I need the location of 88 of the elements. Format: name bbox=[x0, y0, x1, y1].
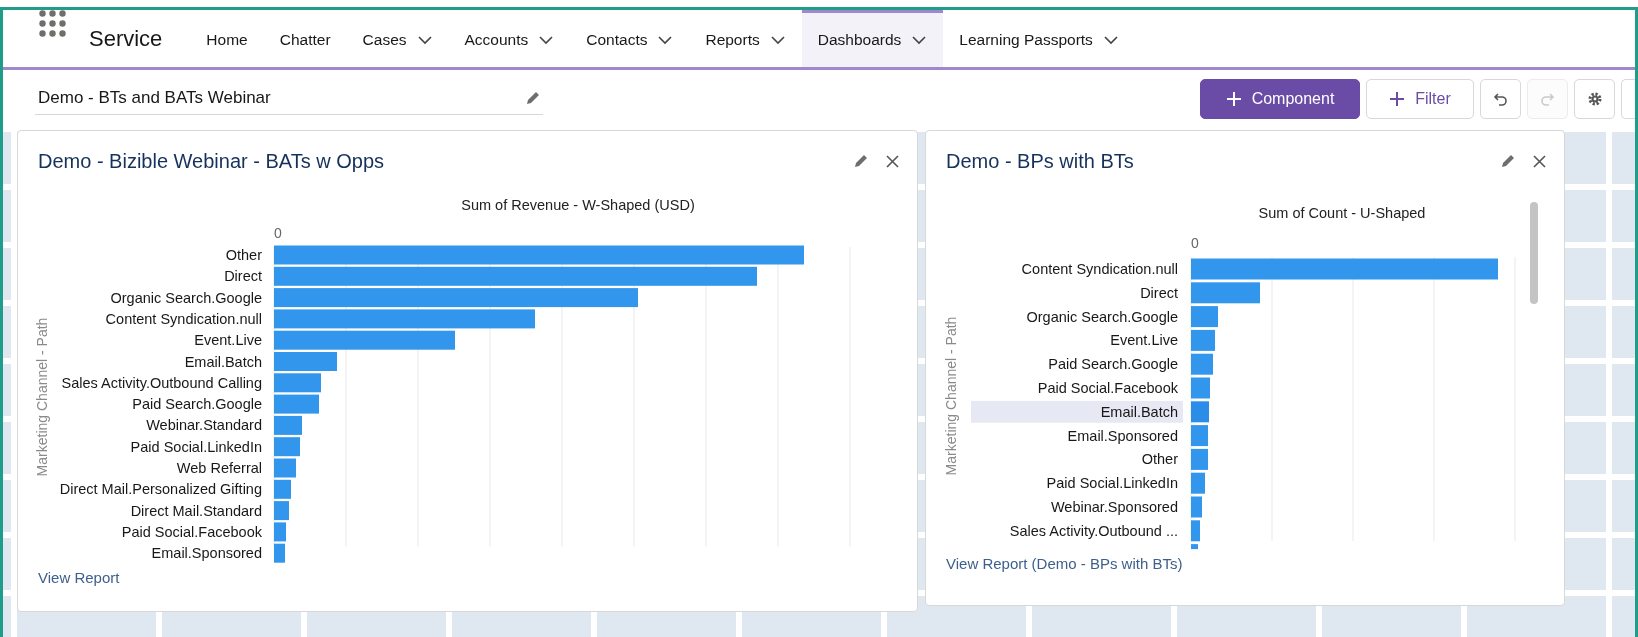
component-title: Demo - Bizible Webinar - BATs w Opps bbox=[38, 149, 385, 174]
chart-bar bbox=[1191, 282, 1260, 304]
category-label: Email.Batch bbox=[184, 353, 262, 370]
plus-icon bbox=[1225, 91, 1242, 107]
nav-tab[interactable]: Reports bbox=[689, 10, 802, 67]
category-label: Paid Social.Facebook bbox=[121, 523, 262, 540]
category-label: Paid Social.LinkedIn bbox=[130, 438, 262, 455]
category-label: Webinar.Sponsored bbox=[1050, 499, 1178, 515]
chart-bar bbox=[1191, 353, 1213, 375]
chart-bar bbox=[1191, 377, 1210, 399]
category-label: Direct bbox=[224, 268, 262, 285]
category-label: Webinar.Standard bbox=[146, 417, 262, 434]
category-label: Event.Live bbox=[1110, 332, 1178, 349]
chevron-down-icon[interactable] bbox=[416, 35, 433, 45]
pencil-icon[interactable] bbox=[525, 90, 540, 106]
pencil-icon[interactable] bbox=[853, 153, 868, 169]
chart-bar bbox=[274, 458, 296, 478]
app-name: Service bbox=[89, 25, 163, 53]
chart-title: Sum of Revenue - W-Shaped (USD) bbox=[461, 197, 695, 213]
nav-tab[interactable]: Learning Passports bbox=[943, 10, 1135, 67]
view-report-link[interactable]: View Report bbox=[38, 567, 120, 590]
close-icon[interactable] bbox=[1533, 154, 1546, 168]
chart-title: Sum of Count - U-Shaped bbox=[1258, 205, 1426, 221]
category-label: Other bbox=[1141, 451, 1178, 468]
chart-bar bbox=[1191, 496, 1202, 518]
undo-icon bbox=[1493, 91, 1508, 107]
component-title: Demo - BPs with BTs bbox=[946, 149, 1134, 174]
category-label: Direct bbox=[1140, 284, 1178, 301]
chart-bar bbox=[274, 522, 286, 542]
category-label: Direct Mail.Standard bbox=[130, 502, 262, 519]
app-launcher-icon[interactable] bbox=[39, 10, 67, 38]
chart-bar bbox=[1191, 448, 1208, 470]
view-report-link[interactable]: View Report (Demo - BPs with BTs) bbox=[946, 553, 1183, 576]
chevron-down-icon[interactable] bbox=[911, 35, 928, 45]
chart-bar bbox=[274, 437, 300, 457]
chevron-down-icon[interactable] bbox=[657, 35, 674, 45]
chart-bar bbox=[274, 501, 289, 521]
chevron-down-icon[interactable] bbox=[538, 35, 555, 45]
chart-bar bbox=[274, 352, 337, 371]
add-filter-button[interactable]: Filter bbox=[1366, 79, 1474, 119]
chevron-down-icon[interactable] bbox=[1102, 35, 1119, 45]
chart-bar bbox=[1191, 472, 1205, 494]
axis-tick-label: 0 bbox=[1191, 235, 1199, 251]
undo-button[interactable] bbox=[1480, 79, 1521, 119]
category-label: Content Syndication.null bbox=[105, 310, 262, 327]
category-label: Email.Sponsored bbox=[1067, 427, 1178, 444]
chart-bar bbox=[1191, 306, 1218, 328]
chart-bar bbox=[274, 479, 291, 499]
category-label: Paid Social.LinkedIn bbox=[1046, 475, 1178, 492]
dashboard-title-field[interactable]: Demo - BTs and BATs Webinar bbox=[35, 83, 543, 115]
chart-bar bbox=[1191, 520, 1200, 542]
category-label: Web Referral bbox=[176, 460, 262, 476]
nav-tab[interactable]: Home bbox=[190, 10, 264, 67]
category-label: Organic Search.Google bbox=[1026, 308, 1178, 325]
category-label: Other bbox=[225, 247, 262, 263]
category-label: Paid Search.Google bbox=[132, 396, 262, 413]
redo-icon bbox=[1540, 91, 1555, 107]
chart-bar bbox=[1191, 401, 1209, 423]
axis-title: Marketing Channel - Path bbox=[34, 317, 50, 477]
chart-bar bbox=[274, 373, 321, 393]
nav-tab[interactable]: Chatter bbox=[263, 10, 347, 67]
category-label: Direct Mail.Personalized Gifting bbox=[59, 481, 262, 498]
gear-icon bbox=[1586, 91, 1603, 107]
add-component-button[interactable]: Component bbox=[1200, 79, 1360, 119]
category-label: Sales Activity.Outbound ... bbox=[1009, 522, 1178, 539]
nav-tab[interactable]: Contacts bbox=[570, 10, 690, 67]
chart-bar bbox=[1191, 425, 1208, 447]
category-label: Email.Sponsored bbox=[151, 545, 262, 562]
nav-tab[interactable]: Dashboards bbox=[801, 10, 944, 67]
category-label: Email.Batch bbox=[1100, 403, 1178, 420]
chart-bar bbox=[1191, 544, 1198, 550]
category-label: Paid Search.Google bbox=[1048, 356, 1178, 373]
category-label: Content Syndication.null bbox=[1021, 261, 1178, 277]
pencil-icon[interactable] bbox=[1500, 153, 1515, 169]
nav-tab[interactable]: Cases bbox=[346, 10, 449, 67]
category-label: Organic Search.Google bbox=[110, 289, 262, 306]
close-icon[interactable] bbox=[886, 154, 899, 168]
category-label: Event.Live bbox=[194, 332, 262, 349]
category-label: Paid Social.Facebook bbox=[1037, 380, 1178, 396]
plus-icon bbox=[1389, 91, 1406, 107]
axis-tick-label: 0 bbox=[274, 225, 282, 241]
chart-bar bbox=[274, 543, 285, 563]
category-label: Sales Activity.Outbound Calling bbox=[61, 374, 262, 391]
chart-bar bbox=[1191, 329, 1215, 351]
chevron-down-icon[interactable] bbox=[769, 35, 786, 45]
nav-tab[interactable]: Accounts bbox=[448, 10, 571, 67]
axis-title: Marketing Channel - Path bbox=[943, 316, 959, 476]
settings-button[interactable] bbox=[1574, 79, 1615, 119]
